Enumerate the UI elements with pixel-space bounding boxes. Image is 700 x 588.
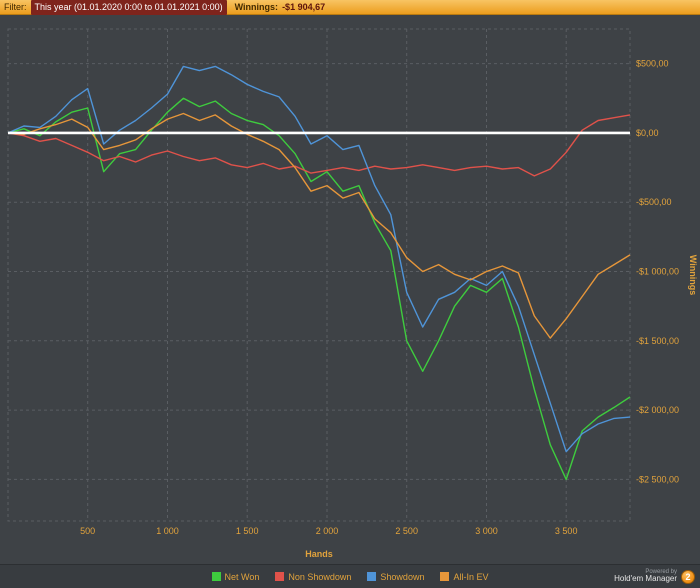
svg-text:-$2 500,00: -$2 500,00 <box>636 474 679 484</box>
winnings-label: Winnings: <box>234 1 279 12</box>
svg-text:-$500,00: -$500,00 <box>636 197 672 207</box>
legend-label-net-won: Net Won <box>224 571 260 582</box>
svg-text:$500,00: $500,00 <box>636 59 669 69</box>
legend-bar: Net Won Non Showdown Showdown All-In EV … <box>0 564 700 588</box>
svg-text:3 500: 3 500 <box>555 526 578 536</box>
winnings-value: -$1 904,67 <box>282 1 326 12</box>
filter-label: Filter: <box>4 1 27 12</box>
svg-text:500: 500 <box>80 526 95 536</box>
legend-item-showdown[interactable]: Showdown <box>367 572 424 582</box>
showdown-swatch <box>367 572 377 581</box>
filter-value-button[interactable]: This year (01.01.2020 0:00 to 01.01.2021… <box>30 0 227 15</box>
svg-text:2 000: 2 000 <box>316 526 339 536</box>
legend-item-all-in-ev[interactable]: All-In EV <box>440 572 488 582</box>
x-axis-title: Hands <box>305 549 333 559</box>
legend-label-all-in-ev: All-In EV <box>453 571 489 582</box>
y-axis-title: Winnings <box>688 255 698 295</box>
powered-by-branding: Powered by Hold'em Manager 2 <box>614 565 695 588</box>
svg-text:1 000: 1 000 <box>156 526 179 536</box>
svg-text:3 000: 3 000 <box>475 526 498 536</box>
series-all-in-ev <box>7 112 631 339</box>
svg-text:-$1 500,00: -$1 500,00 <box>636 336 679 346</box>
legend-item-non-showdown[interactable]: Non Showdown <box>275 572 351 582</box>
svg-text:1 500: 1 500 <box>236 526 259 536</box>
legend-item-net-won[interactable]: Net Won <box>211 571 260 582</box>
chart-legend: Net Won Non Showdown Showdown All-In EV <box>211 571 488 582</box>
svg-text:-$2 000,00: -$2 000,00 <box>636 405 679 415</box>
series-showdown <box>7 65 631 453</box>
holdem-manager-graph-window: Filter: This year (01.01.2020 0:00 to 01… <box>0 0 700 588</box>
all-in-ev-swatch <box>440 572 450 581</box>
legend-label-showdown: Showdown <box>380 571 425 582</box>
svg-text:2 500: 2 500 <box>395 526 418 536</box>
series-net-won <box>7 97 631 481</box>
svg-text:-$1 000,00: -$1 000,00 <box>636 267 679 277</box>
svg-text:$0,00: $0,00 <box>636 128 659 138</box>
filter-bar: Filter: This year (01.01.2020 0:00 to 01… <box>0 0 700 15</box>
net-won-swatch <box>211 572 221 581</box>
brand-name: Hold'em Manager <box>614 574 677 584</box>
winnings-line-chart[interactable]: 500 1 000 1 500 2 000 2 500 3 000 3 500 $500,00… <box>0 15 700 564</box>
hm2-logo-icon: 2 <box>681 569 695 584</box>
powered-by-text: Powered by Hold'em Manager <box>614 569 677 584</box>
non-showdown-swatch <box>275 572 285 581</box>
legend-label-non-showdown: Non Showdown <box>288 571 352 582</box>
